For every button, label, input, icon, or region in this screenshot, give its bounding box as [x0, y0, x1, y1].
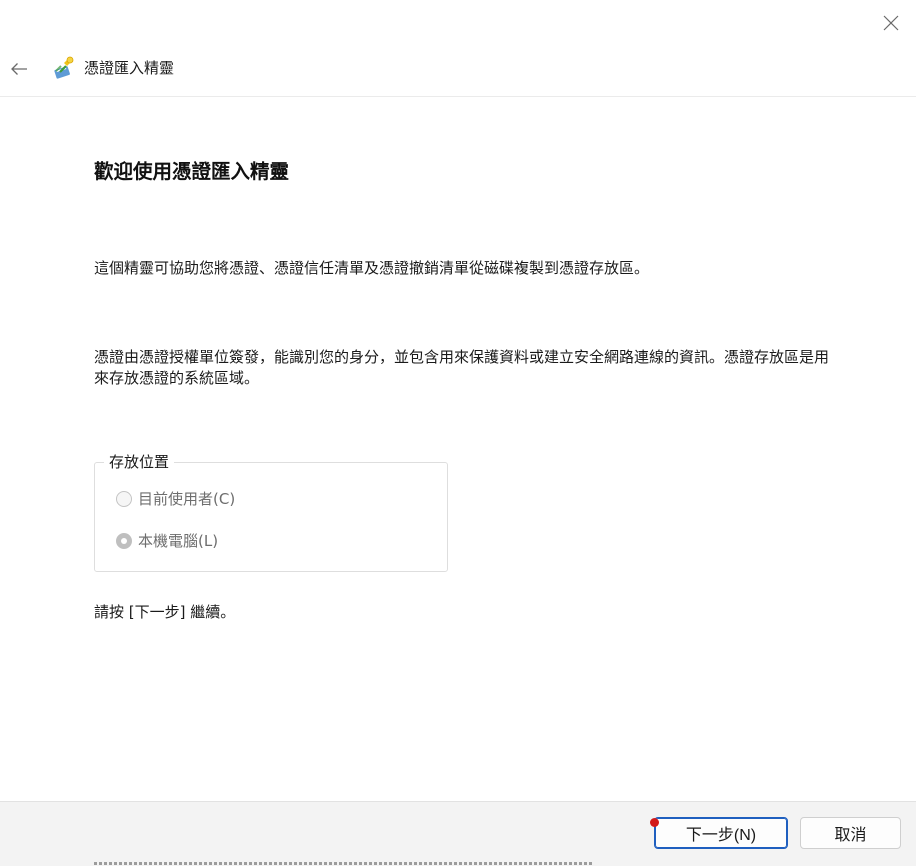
window-title: 憑證匯入精靈	[84, 59, 175, 77]
cancel-button[interactable]: 取消	[800, 817, 901, 849]
store-location-group	[94, 462, 448, 572]
wizard-footer: 下一步(N) 取消	[0, 801, 916, 866]
current-user-radio-button[interactable]	[116, 491, 132, 507]
description-paragraph: 憑證由憑證授權單位簽發，能識別您的身分，並包含用來保護資料或建立安全網路連線的資…	[94, 348, 830, 387]
current-user-radio-option[interactable]: 目前使用者(C)	[116, 488, 235, 510]
certificate-import-wizard-window: 憑證匯入精靈 歡迎使用憑證匯入精靈 這個精靈可協助您將憑證、憑證信任清單及憑證撤…	[0, 0, 916, 866]
certificate-wizard-icon	[54, 56, 74, 79]
intro-paragraph: 這個精靈可協助您將憑證、憑證信任清單及憑證撤銷清單從磁碟複製到憑證存放區。	[94, 259, 650, 277]
local-machine-radio-label: 本機電腦(L)	[138, 532, 219, 550]
local-machine-radio-option[interactable]: 本機電腦(L)	[116, 530, 218, 552]
back-arrow-icon	[11, 63, 27, 75]
current-user-radio-label: 目前使用者(C)	[138, 490, 236, 508]
close-icon	[883, 15, 899, 31]
wizard-header: 憑證匯入精靈	[0, 46, 916, 97]
close-button[interactable]	[876, 8, 906, 38]
page-title: 歡迎使用憑證匯入精靈	[94, 160, 290, 183]
back-button[interactable]	[6, 56, 32, 82]
local-machine-radio-button[interactable]	[116, 533, 132, 549]
continue-instruction: 請按 [下一步] 繼續。	[94, 603, 236, 621]
store-location-legend: 存放位置	[104, 452, 175, 472]
cursor-marker	[650, 818, 659, 827]
next-button[interactable]: 下一步(N)	[654, 817, 788, 849]
